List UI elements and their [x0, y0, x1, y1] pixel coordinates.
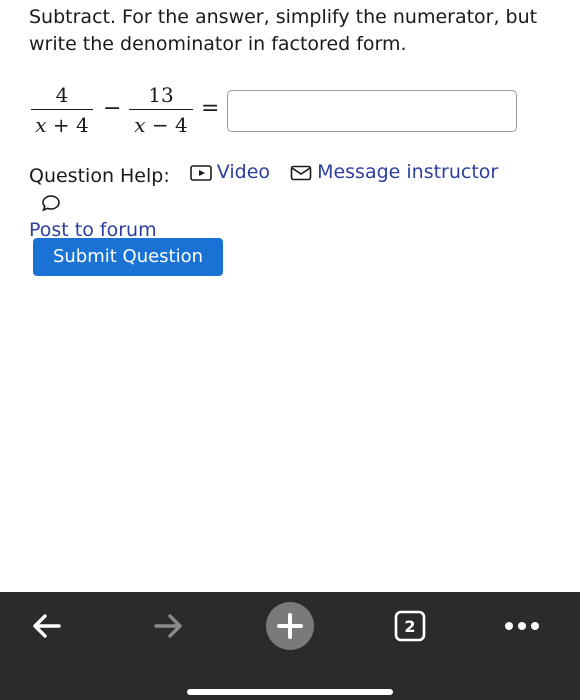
arrow-right-icon [154, 614, 182, 638]
fraction-1-denominator: x + 4 [31, 112, 93, 138]
fraction-2-denominator-var: x [134, 113, 146, 137]
fraction-2: 13 x − 4 [129, 82, 193, 138]
video-link[interactable]: Video [189, 159, 271, 186]
fraction-1-denominator-var: x [35, 113, 47, 137]
tabs-button[interactable]: 2 [380, 606, 440, 646]
tabs-icon: 2 [394, 610, 426, 642]
forward-button[interactable] [138, 606, 198, 646]
fraction-2-denominator-rest: − 4 [145, 113, 188, 137]
answer-input[interactable] [227, 90, 517, 132]
video-icon [189, 164, 212, 181]
fraction-1-denominator-rest: + 4 [46, 113, 89, 137]
speech-bubble-icon [42, 195, 60, 212]
more-menu-button[interactable] [492, 606, 552, 646]
home-indicator[interactable] [187, 689, 393, 695]
equation: 4 x + 4 − 13 x − 4 = [29, 82, 549, 142]
question-content: Subtract. For the answer, simplify the n… [29, 4, 549, 276]
question-instructions: Subtract. For the answer, simplify the n… [29, 6, 538, 55]
message-instructor-label: Message instructor [317, 161, 499, 183]
submit-question-button[interactable]: Submit Question [33, 238, 223, 276]
message-instructor-link[interactable]: Message instructor [290, 159, 498, 186]
question-help-label: Question Help: [29, 164, 170, 187]
minus-sign: − [103, 96, 122, 121]
new-tab-button[interactable] [260, 602, 320, 650]
fraction-2-numerator: 13 [148, 83, 174, 107]
more-dots-icon [505, 622, 539, 630]
fraction-1-numerator: 4 [55, 83, 69, 107]
equals-sign: = [201, 96, 220, 121]
tab-count: 2 [404, 617, 415, 636]
page: Subtract. For the answer, simplify the n… [0, 0, 580, 700]
video-link-label: Video [216, 161, 271, 183]
plus-icon [266, 602, 314, 650]
fraction-2-denominator: x − 4 [129, 112, 193, 138]
envelope-icon [290, 165, 312, 180]
arrow-left-icon [33, 614, 61, 638]
browser-toolbar: 2 [0, 592, 580, 700]
back-button[interactable] [17, 606, 77, 646]
question-help: Question Help: Video Message instructor … [29, 159, 549, 244]
fraction-1-bar [31, 109, 93, 110]
fraction-1: 4 x + 4 [31, 82, 93, 138]
fraction-2-bar [129, 109, 193, 110]
